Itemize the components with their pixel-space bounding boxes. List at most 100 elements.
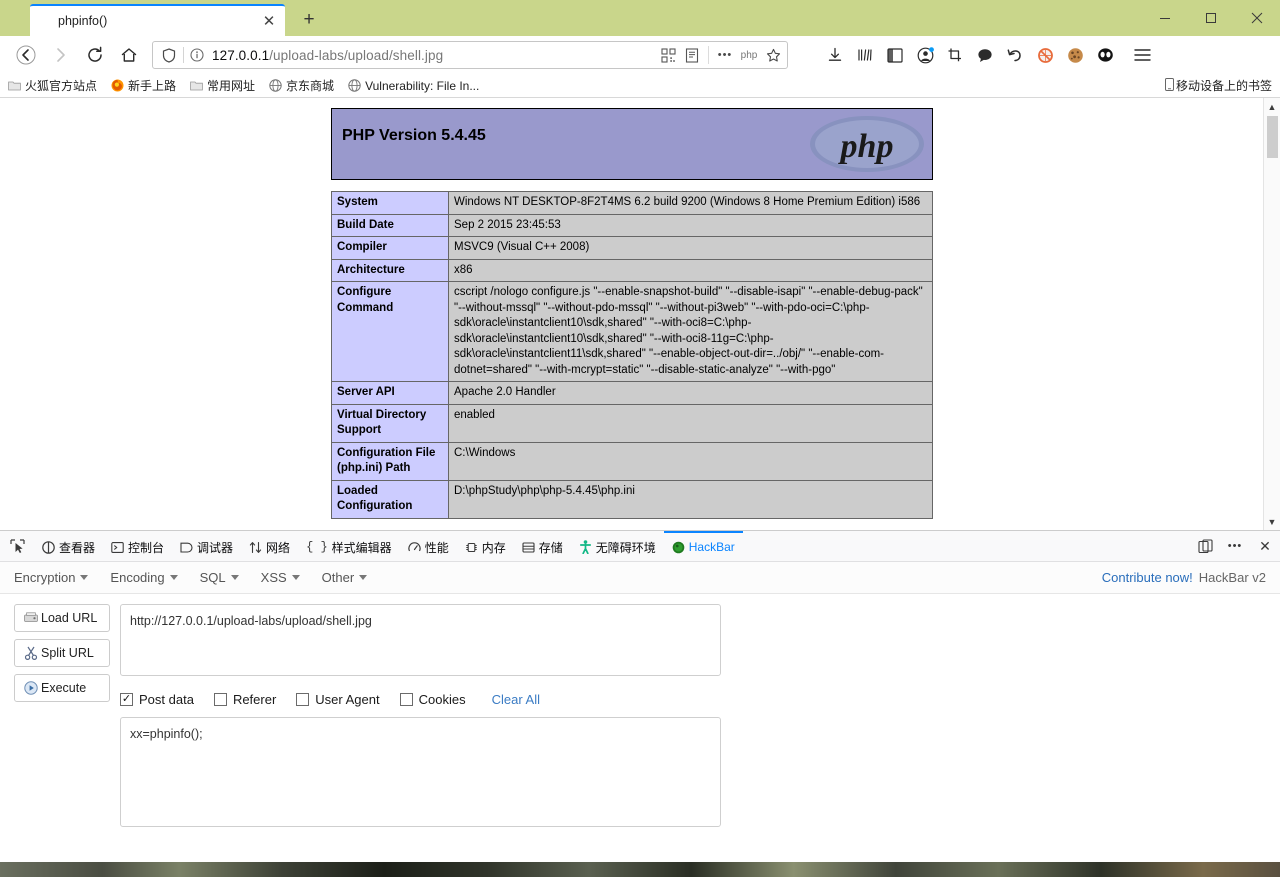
devtools-tab-label: 查看器 <box>59 540 96 555</box>
devtools-tab-storage[interactable]: 存储 <box>514 531 571 561</box>
url-text[interactable]: 127.0.0.1/upload-labs/upload/shell.jpg <box>210 48 656 63</box>
split-url-button[interactable]: Split URL <box>14 639 110 667</box>
storage-icon <box>522 541 535 554</box>
home-icon[interactable] <box>112 38 146 72</box>
cookies-checkbox[interactable]: Cookies <box>399 692 466 707</box>
devtools-tabbar: 查看器 控制台 调试器 网络 { } 样式编辑器 性能 内存 存储 无障碍环境 … <box>0 531 1280 562</box>
qrcode-icon[interactable] <box>656 43 680 67</box>
load-url-button[interactable]: Load URL <box>14 604 110 632</box>
chevron-down-icon <box>291 575 300 580</box>
bookmark-star-icon[interactable] <box>761 43 785 67</box>
scrollbar-thumb[interactable] <box>1267 116 1278 158</box>
referer-checkbox[interactable]: Referer <box>213 692 276 707</box>
devtools-tab-inspector[interactable]: 查看器 <box>34 531 103 561</box>
devtools-tab-network[interactable]: 网络 <box>241 531 298 561</box>
globe-icon <box>267 79 284 92</box>
chevron-down-icon <box>230 575 239 580</box>
execute-button[interactable]: Execute <box>14 674 110 702</box>
hackbar-menu-encryption[interactable]: Encryption <box>14 570 89 585</box>
devtools-tab-hackbar[interactable]: HackBar <box>663 531 743 561</box>
user-agent-checkbox[interactable]: User Agent <box>296 692 380 707</box>
close-icon[interactable] <box>1234 0 1280 36</box>
toolbar-extension-icons <box>820 40 1158 70</box>
bookmark-label: Vulnerability: File In... <box>365 78 480 93</box>
row-value: cscript /nologo configure.js "--enable-s… <box>448 281 933 383</box>
account-icon[interactable] <box>910 40 940 70</box>
devtools-tab-performance[interactable]: 性能 <box>400 531 457 561</box>
page-content-viewport: PHP Version 5.4.45 php System Windows NT… <box>0 98 1280 531</box>
devtools-close-icon[interactable]: ✕ <box>1250 531 1280 561</box>
menu-label: Encryption <box>14 570 76 585</box>
row-value: D:\phpStudy\php\php-5.4.45\php.ini <box>448 479 933 519</box>
undo-arrow-icon[interactable] <box>1000 40 1030 70</box>
folder-icon <box>6 80 23 91</box>
shield-icon[interactable] <box>155 47 183 63</box>
adblock-icon[interactable] <box>1030 40 1060 70</box>
divider <box>708 46 709 64</box>
bookmark-item[interactable]: 新手上路 <box>109 77 176 94</box>
php-badge-icon[interactable]: php <box>737 43 761 67</box>
mobile-bookmarks-item[interactable]: 移动设备上的书签 <box>1164 77 1272 94</box>
bookmark-label: 新手上路 <box>128 79 177 93</box>
bookmark-item[interactable]: 常用网址 <box>188 77 255 94</box>
devtools-tab-console[interactable]: 控制台 <box>103 531 172 561</box>
plus-icon[interactable]: + <box>297 8 321 32</box>
url-bar[interactable]: 127.0.0.1/upload-labs/upload/shell.jpg •… <box>152 41 788 69</box>
row-key: System <box>331 191 449 215</box>
hackbar-options-row: ✓ Post data Referer User Agent Cookies C… <box>120 692 1266 707</box>
hackbar-menu-sql[interactable]: SQL <box>200 570 239 585</box>
browser-tab-phpinfo[interactable]: phpinfo() ✕ <box>30 4 285 36</box>
post-data-checkbox[interactable]: ✓ Post data <box>120 692 194 707</box>
sidebar-icon[interactable] <box>880 40 910 70</box>
devtools-tab-debugger[interactable]: 调试器 <box>172 531 241 561</box>
hackbar-menu-xss[interactable]: XSS <box>261 570 300 585</box>
mobile-bookmarks-label: 移动设备上的书签 <box>1175 79 1272 93</box>
close-icon[interactable]: ✕ <box>256 8 282 34</box>
row-key: Configure Command <box>331 281 449 383</box>
tab-title: phpinfo() <box>58 14 108 28</box>
page-actions-icon[interactable]: ••• <box>713 43 737 67</box>
devtools-tab-accessibility[interactable]: 无障碍环境 <box>571 531 664 561</box>
maximize-icon[interactable] <box>1188 0 1234 36</box>
performance-icon <box>407 541 421 554</box>
reload-icon[interactable] <box>78 38 112 72</box>
bookmark-item[interactable]: 火狐官方站点 <box>6 77 97 94</box>
post-data-input[interactable] <box>120 717 721 827</box>
navigation-toolbar: 127.0.0.1/upload-labs/upload/shell.jpg •… <box>0 36 1280 74</box>
cookie-icon[interactable] <box>1060 40 1090 70</box>
contribute-link[interactable]: Contribute now! <box>1102 570 1193 585</box>
screenshot-icon[interactable] <box>940 40 970 70</box>
table-row: Virtual Directory Support enabled <box>331 403 933 443</box>
library-icon[interactable] <box>850 40 880 70</box>
element-picker-icon[interactable] <box>0 531 34 561</box>
url-host: 127.0.0.1 <box>212 47 270 63</box>
bookmark-item[interactable]: Vulnerability: File In... <box>346 79 479 93</box>
reader-mode-icon[interactable] <box>680 43 704 67</box>
info-icon[interactable] <box>184 48 210 62</box>
scroll-up-icon[interactable]: ▲ <box>1264 98 1280 115</box>
minimize-icon[interactable] <box>1142 0 1188 36</box>
network-icon <box>249 541 262 554</box>
menu-label: XSS <box>260 570 287 585</box>
clear-all-link[interactable]: Clear All <box>492 692 540 707</box>
devtools-tab-style-editor[interactable]: { } 样式编辑器 <box>298 531 400 561</box>
downloads-icon[interactable] <box>820 40 850 70</box>
devtools-more-icon[interactable]: ••• <box>1220 531 1250 561</box>
panda-extension-icon[interactable] <box>1090 40 1120 70</box>
url-input[interactable] <box>120 604 721 676</box>
table-row: Server API Apache 2.0 Handler <box>331 381 933 405</box>
devtools-tab-memory[interactable]: 内存 <box>457 531 514 561</box>
hamburger-menu-icon[interactable] <box>1126 40 1158 70</box>
bookmark-item[interactable]: 京东商城 <box>267 77 334 94</box>
scroll-down-icon[interactable]: ▼ <box>1264 513 1280 530</box>
hackbar-menu-other[interactable]: Other <box>322 570 368 585</box>
titlebar: phpinfo() ✕ + <box>0 0 1280 36</box>
back-icon[interactable] <box>8 37 44 73</box>
dock-position-icon[interactable] <box>1190 531 1220 561</box>
hackbar-menubar: Encryption Encoding SQL XSS Other Contri… <box>0 562 1280 594</box>
checkbox-box <box>213 693 227 706</box>
page-vertical-scrollbar[interactable]: ▲ ▼ <box>1263 98 1280 530</box>
comment-bubble-icon[interactable] <box>970 40 1000 70</box>
globe-icon <box>346 79 363 92</box>
hackbar-menu-encoding[interactable]: Encoding <box>110 570 178 585</box>
